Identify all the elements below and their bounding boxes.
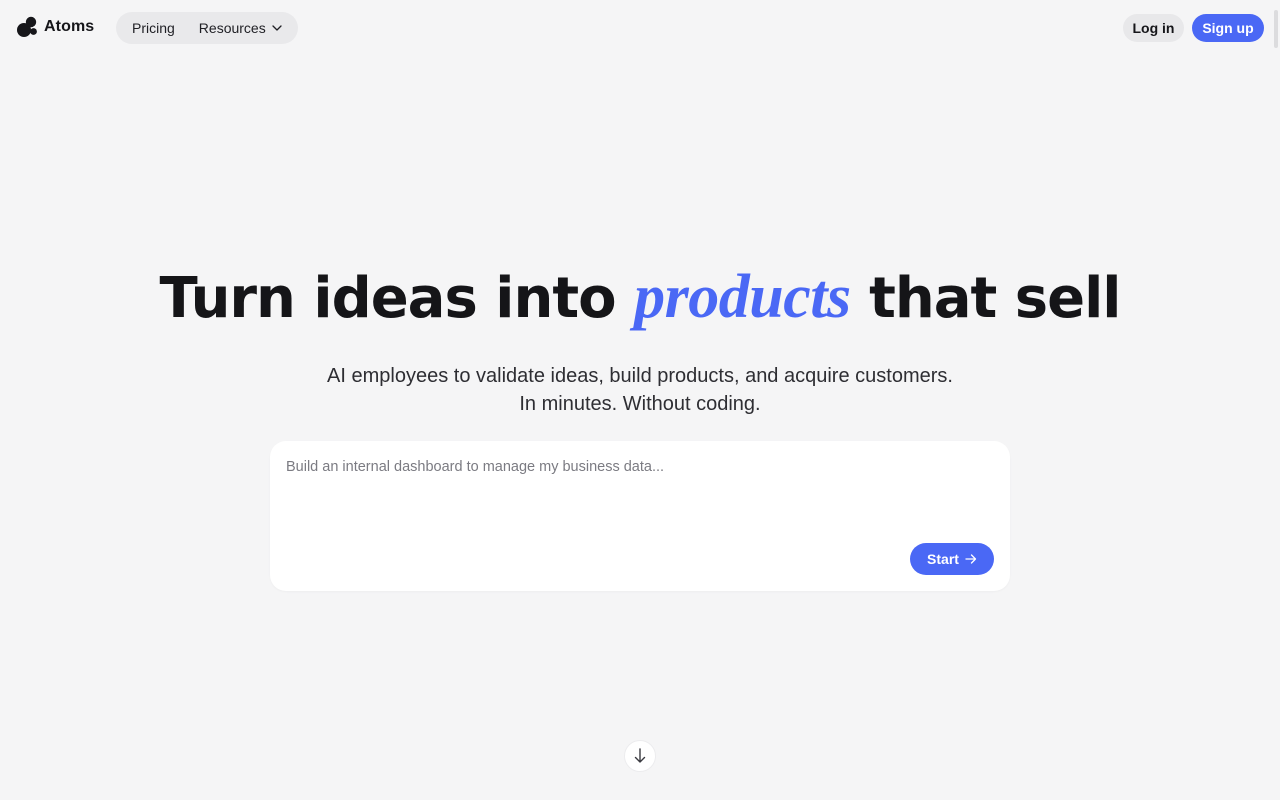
chevron-down-icon xyxy=(272,25,282,31)
start-button[interactable]: Start xyxy=(910,543,994,575)
signup-button[interactable]: Sign up xyxy=(1192,14,1264,42)
site-header: Atoms Pricing Resources Log in Sign up xyxy=(0,0,1280,56)
login-button[interactable]: Log in xyxy=(1123,14,1184,42)
atoms-logo-icon xyxy=(17,16,37,37)
page-scrollbar[interactable] xyxy=(1274,10,1278,48)
nav-item-pricing[interactable]: Pricing xyxy=(132,20,175,36)
hero-subtitle-line-1: AI employees to validate ideas, build pr… xyxy=(327,365,953,387)
hero-title-start: Turn ideas into xyxy=(159,266,635,331)
hero-subtitle-line-2: In minutes. Without coding. xyxy=(519,393,761,415)
hero-title-end: that sell xyxy=(850,266,1121,331)
arrow-right-icon xyxy=(965,554,977,564)
prompt-input[interactable] xyxy=(286,459,986,539)
hero-subtitle: AI employees to validate ideas, build pr… xyxy=(0,362,1280,418)
nav-item-resources[interactable]: Resources xyxy=(199,20,282,36)
nav-item-resources-label: Resources xyxy=(198,20,266,36)
start-button-label: Start xyxy=(927,551,959,567)
nav-item-pricing-label: Pricing xyxy=(132,20,175,36)
prompt-card: Start xyxy=(270,441,1010,591)
scroll-down-button[interactable] xyxy=(624,740,656,772)
brand-logo-link[interactable]: Atoms xyxy=(17,16,94,38)
hero-title: Turn ideas into products that sell xyxy=(0,262,1280,333)
arrow-down-icon xyxy=(634,748,646,763)
hero-title-accent: products xyxy=(634,263,851,331)
brand-name: Atoms xyxy=(44,18,95,35)
main-nav: Pricing Resources xyxy=(116,12,298,44)
